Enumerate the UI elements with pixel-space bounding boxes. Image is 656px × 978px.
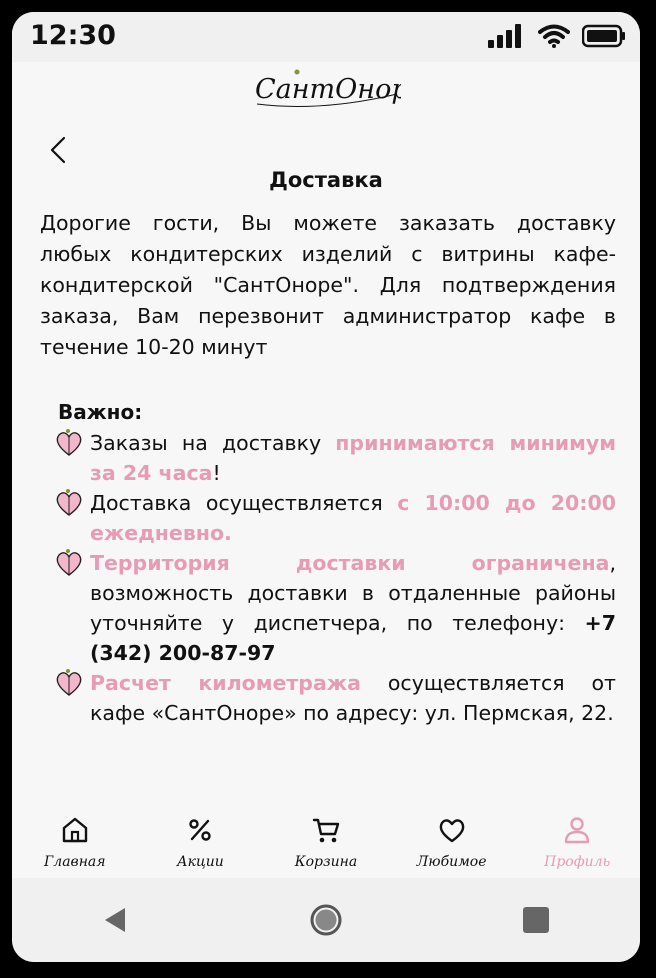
- logo-image: СантОноре: [255, 69, 401, 107]
- wifi-icon: [538, 24, 570, 48]
- tab-label: Главная: [44, 854, 106, 870]
- list-item: Заказы на доставку принимаются минимум з…: [48, 428, 616, 488]
- bottom-tab-bar: Главная Акции Корзина Любимое Профиль: [12, 802, 640, 878]
- highlight-text: Расчет километража: [90, 671, 362, 695]
- tab-label: Любимое: [416, 854, 487, 870]
- percent-icon: [189, 819, 212, 841]
- heart-bullet-icon: [56, 549, 82, 576]
- tab-label: Профиль: [544, 854, 611, 870]
- brand-logo: СантОноре: [12, 62, 640, 112]
- home-icon: [62, 817, 87, 843]
- home-nav-icon[interactable]: [308, 902, 344, 938]
- user-icon: [564, 817, 590, 844]
- highlight-text: Территория доставки ограничена: [90, 551, 610, 575]
- tab-label: Корзина: [294, 854, 358, 870]
- tab-favorites[interactable]: Любимое: [392, 802, 512, 878]
- page-title: Доставка: [269, 168, 383, 192]
- status-bar: 12:30: [12, 12, 640, 62]
- status-icons: [488, 24, 626, 48]
- intro-text: Дорогие гости, Вы можете заказать достав…: [40, 211, 616, 359]
- app-screen: 12:30 СантОноре: [12, 12, 640, 962]
- tab-home[interactable]: Главная: [15, 802, 135, 878]
- back-nav-icon[interactable]: [101, 905, 131, 935]
- tab-cart[interactable]: Корзина: [266, 802, 386, 878]
- status-time: 12:30: [30, 20, 116, 51]
- recents-nav-icon[interactable]: [521, 905, 551, 935]
- cart-icon: [312, 818, 340, 843]
- info-list: Заказы на доставку принимаются минимум з…: [48, 428, 616, 728]
- list-item: Расчет километража осуществляется от каф…: [48, 668, 616, 728]
- list-item: Доставка осуществляется с 10:00 до 20:00…: [48, 488, 616, 548]
- signal-icon: [488, 24, 521, 48]
- heart-bullet-icon: [56, 429, 82, 456]
- list-item: Территория доставки ограничена, возможно…: [48, 548, 616, 668]
- heart-icon: [439, 819, 464, 843]
- back-button[interactable]: [46, 134, 74, 166]
- important-label: Важно:: [58, 400, 143, 424]
- tab-promotions[interactable]: Акции: [140, 802, 260, 878]
- svg-text:СантОноре: СантОноре: [255, 74, 401, 105]
- battery-icon: [582, 24, 625, 48]
- heart-bullet-icon: [56, 489, 82, 516]
- system-nav-bar: [12, 878, 640, 962]
- chevron-left-icon: [50, 136, 66, 164]
- heart-bullet-icon: [56, 669, 82, 696]
- tab-profile[interactable]: Профиль: [517, 802, 637, 878]
- tab-label: Акции: [177, 854, 224, 870]
